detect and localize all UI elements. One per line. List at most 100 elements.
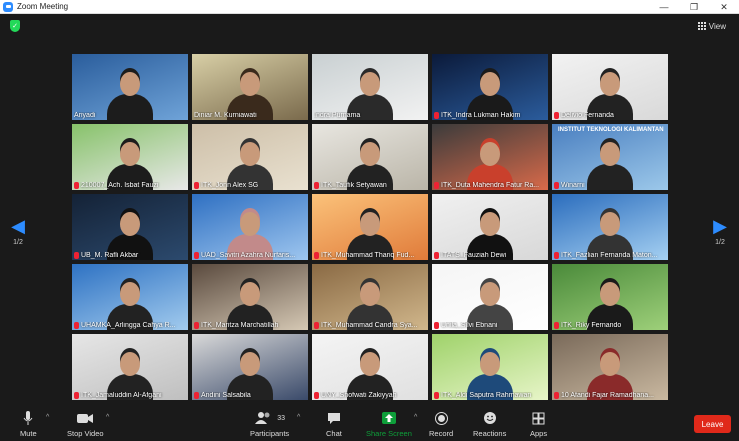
- participant-name: Indra Purnama: [314, 112, 361, 119]
- participant-name-label: Unila_Silvi Ebnani: [434, 322, 546, 329]
- muted-mic-icon: [194, 252, 199, 259]
- participant-name: ITK_Fazlian Fernanda Maton...: [561, 252, 658, 259]
- participant-name-label: UB_M. Rafli Akbar: [74, 252, 186, 259]
- close-button[interactable]: ✕: [709, 0, 739, 14]
- participant-name: ITK_Aldi Saputra Rahmawan: [441, 392, 532, 399]
- leave-button[interactable]: Leave: [694, 415, 731, 433]
- view-button[interactable]: View: [693, 19, 731, 33]
- chat-button[interactable]: Chat: [326, 410, 342, 438]
- video-tile[interactable]: ITK_Muhammad Thariq Fud...: [312, 194, 428, 260]
- audio-options-caret-icon[interactable]: ^: [46, 414, 49, 421]
- video-tile[interactable]: Indra Purnama: [312, 54, 428, 120]
- record-button[interactable]: Record: [429, 410, 453, 438]
- participants-caret-icon[interactable]: ^: [297, 414, 300, 421]
- video-tile[interactable]: 210007_Ach. Isbat Fauzi: [72, 124, 188, 190]
- video-tile[interactable]: ITK_Duta Mahendra Fatur Ra...: [432, 124, 548, 190]
- participant-name: Delivio Fernanda: [561, 112, 614, 119]
- video-tile[interactable]: ITK_Indra Lukman Hakim: [432, 54, 548, 120]
- participant-name-label: ITATS_Fauziah Dewi: [434, 252, 546, 259]
- stop-video-label: Stop Video: [67, 429, 104, 438]
- mute-label: Mute: [20, 429, 37, 438]
- video-tile[interactable]: Delivio Fernanda: [552, 54, 668, 120]
- video-tile[interactable]: Ariyadi: [72, 54, 188, 120]
- participant-name-label: Winarni: [554, 182, 666, 189]
- banner-text: INSTITUT TEKNOLOGI KALIMANTAN: [558, 127, 664, 133]
- video-tile[interactable]: ITK_Jamaluddin Al-Afgani: [72, 334, 188, 400]
- window-title: Zoom Meeting: [17, 2, 69, 11]
- muted-mic-icon: [554, 112, 559, 119]
- video-tile[interactable]: UHAMKA_Arlingga Cahya R...: [72, 264, 188, 330]
- participant-name-label: 210007_Ach. Isbat Fauzi: [74, 182, 186, 189]
- restore-button[interactable]: ❐: [679, 0, 709, 14]
- participant-name: UHAMKA_Arlingga Cahya R...: [81, 322, 176, 329]
- participant-name-label: Indra Purnama: [314, 112, 426, 119]
- video-tile[interactable]: INSTITUT TEKNOLOGI KALIMANTAN Winarni: [552, 124, 668, 190]
- muted-mic-icon: [434, 252, 439, 259]
- participant-name-label: ITK_Fazlian Fernanda Maton...: [554, 252, 666, 259]
- video-tile[interactable]: ITATS_Fauziah Dewi: [432, 194, 548, 260]
- participant-name: Andini Salsabila: [201, 392, 251, 399]
- share-options-caret-icon[interactable]: ^: [414, 414, 417, 421]
- participant-name: ITK_Riky Fernando: [561, 322, 622, 329]
- video-tile[interactable]: UAD_Savitri Azahra Nurfaris...: [192, 194, 308, 260]
- muted-mic-icon: [434, 322, 439, 329]
- muted-mic-icon: [554, 252, 559, 259]
- participant-name-label: ITK_Muhammad Thariq Fud...: [314, 252, 426, 259]
- video-tile[interactable]: ITK_Aldi Saputra Rahmawan: [432, 334, 548, 400]
- participant-name: ITK_Muhammad Candra Sya...: [321, 322, 418, 329]
- participant-name: ITATS_Fauziah Dewi: [441, 252, 507, 259]
- participant-name: 10 Afandi Fajar Ramadhana...: [561, 392, 655, 399]
- participant-name: ITK_Maritza Marchatillah: [201, 322, 279, 329]
- participant-name: ITK_Duta Mahendra Fatur Ra...: [441, 182, 540, 189]
- minimize-button[interactable]: —: [649, 0, 679, 14]
- video-tile[interactable]: 10 Afandi Fajar Ramadhana...: [552, 334, 668, 400]
- video-camera-icon: [77, 410, 94, 426]
- muted-mic-icon: [74, 392, 79, 399]
- video-tile[interactable]: ITK_Fazlian Fernanda Maton...: [552, 194, 668, 260]
- prev-page-button[interactable]: ◀ 1/2: [10, 216, 26, 250]
- video-tile[interactable]: Unila_Silvi Ebnani: [432, 264, 548, 330]
- participant-name-label: Ariyadi: [74, 112, 186, 119]
- video-tile[interactable]: ITK_Jonn Alex SG: [192, 124, 308, 190]
- next-page-button[interactable]: ▶ 1/2: [712, 216, 728, 250]
- apps-button[interactable]: Apps: [530, 410, 547, 438]
- participant-name: UNY_Shofwati Zakiyyah: [321, 392, 397, 399]
- participants-button[interactable]: 33 Participants: [250, 410, 289, 438]
- share-screen-button[interactable]: Share Screen: [366, 410, 412, 438]
- participant-name-label: 10 Afandi Fajar Ramadhana...: [554, 392, 666, 399]
- participant-name-label: Delivio Fernanda: [554, 112, 666, 119]
- mute-button[interactable]: Mute: [20, 410, 37, 438]
- apps-label: Apps: [530, 429, 548, 438]
- participant-name-label: Andini Salsabila: [194, 392, 306, 399]
- participant-name-label: UNY_Shofwati Zakiyyah: [314, 392, 426, 399]
- muted-mic-icon: [554, 392, 559, 399]
- participant-name: ITK_Taufik Setyawan: [321, 182, 387, 189]
- video-tile[interactable]: UNY_Shofwati Zakiyyah: [312, 334, 428, 400]
- participant-name-label: UAD_Savitri Azahra Nurfaris...: [194, 252, 306, 259]
- encryption-shield-icon[interactable]: ✓: [10, 20, 20, 32]
- video-options-caret-icon[interactable]: ^: [106, 414, 109, 421]
- participant-name: ITK_Muhammad Thariq Fud...: [321, 252, 415, 259]
- video-grid: Ariyadi Diniar M. Kurniawati Indra Purnama…: [72, 54, 669, 402]
- participant-name-label: ITK_Jonn Alex SG: [194, 182, 306, 189]
- video-tile[interactable]: Diniar M. Kurniawati: [192, 54, 308, 120]
- chat-label: Chat: [326, 429, 342, 438]
- view-label: View: [708, 21, 726, 31]
- muted-mic-icon: [74, 252, 79, 259]
- reactions-button[interactable]: Reactions: [473, 410, 506, 438]
- participant-name: 210007_Ach. Isbat Fauzi: [81, 182, 159, 189]
- video-tile[interactable]: Andini Salsabila: [192, 334, 308, 400]
- video-tile[interactable]: ITK_Maritza Marchatillah: [192, 264, 308, 330]
- participant-name-label: ITK_Riky Fernando: [554, 322, 666, 329]
- apps-icon: [532, 410, 545, 426]
- video-tile[interactable]: UB_M. Rafli Akbar: [72, 194, 188, 260]
- participants-icon: 33: [254, 410, 285, 426]
- participant-name: ITK_Jamaluddin Al-Afgani: [81, 392, 162, 399]
- muted-mic-icon: [314, 392, 319, 399]
- video-tile[interactable]: ITK_Riky Fernando: [552, 264, 668, 330]
- microphone-icon: [23, 410, 33, 426]
- video-tile[interactable]: ITK_Taufik Setyawan: [312, 124, 428, 190]
- stop-video-button[interactable]: Stop Video: [67, 410, 104, 438]
- video-tile[interactable]: ITK_Muhammad Candra Sya...: [312, 264, 428, 330]
- page-indicator-left: 1/2: [13, 239, 23, 246]
